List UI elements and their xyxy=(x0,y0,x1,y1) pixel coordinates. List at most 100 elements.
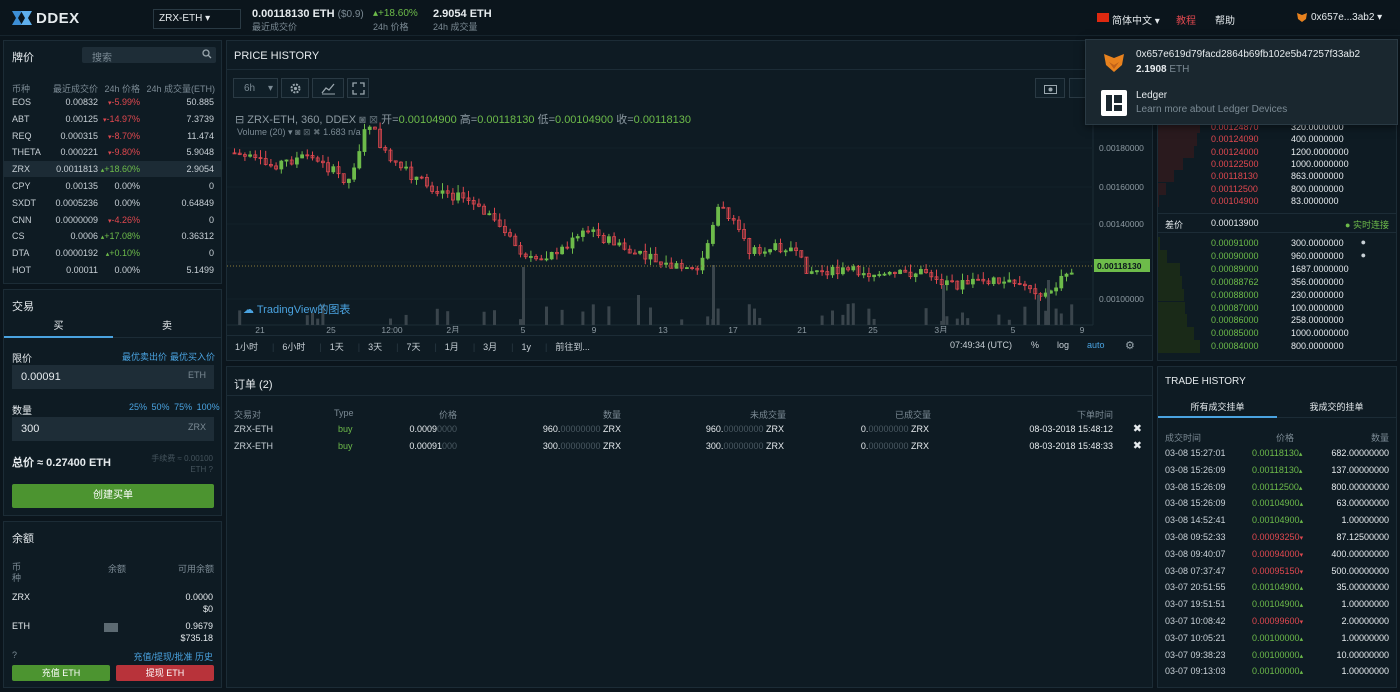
market-row[interactable]: HOT 0.00011 0.00% 5.1499 xyxy=(4,262,221,278)
trade-row: 03-07 20:51:55 0.00104900▴ 35.00000000 xyxy=(1158,580,1396,596)
market-coin: EOS xyxy=(12,97,32,107)
indicators-button[interactable] xyxy=(312,78,344,98)
wallet-address[interactable]: 0x657e619d79facd2864b69fb102e5b47257f33a… xyxy=(1136,49,1360,60)
orders-header-time: 下单时间 xyxy=(1076,410,1113,420)
order-amount: 960.00000000 ZRX xyxy=(543,424,621,434)
range-option[interactable]: 1天 xyxy=(330,342,344,352)
market-row[interactable]: THETA 0.000221 ▾-9.80% 5.9048 xyxy=(4,144,221,160)
candlestick-chart[interactable]: 0.001800000.001600000.001400000.00120000… xyxy=(227,111,1152,333)
bid-row[interactable]: 0.00088000 230.0000000 xyxy=(1158,289,1396,301)
trade-row: 03-08 14:52:41 0.00104900▴ 1.00000000 xyxy=(1158,513,1396,529)
best-buy-link[interactable]: 最优买入价 xyxy=(170,350,215,363)
withdraw-eth-button[interactable]: 提现 ETH xyxy=(116,665,214,681)
gear-icon[interactable]: ⚙ xyxy=(1125,339,1135,352)
ledger-title[interactable]: Ledger xyxy=(1136,90,1167,101)
ask-price: 0.00112500 xyxy=(1211,183,1258,194)
market-row[interactable]: SXDT 0.0005236 0.00% 0.64849 xyxy=(4,195,221,211)
fullscreen-button[interactable] xyxy=(347,78,369,98)
tradingview-watermark[interactable]: ☁ TradingView的图表 xyxy=(243,301,350,317)
pair-selector[interactable]: ZRX-ETH ▾ xyxy=(153,9,241,29)
ask-row[interactable]: 0.00118130 863.0000000 xyxy=(1158,170,1396,182)
trade-amount-int: 800. xyxy=(1331,481,1349,492)
ask-row[interactable]: 0.00104900 83.0000000 xyxy=(1158,195,1396,207)
volume-bar xyxy=(389,318,392,325)
trade-amount-int: 35. xyxy=(1336,582,1349,593)
range-option[interactable]: 1月 xyxy=(445,342,459,352)
bid-amount-int: 100. xyxy=(1291,302,1309,313)
tab-sell[interactable]: 卖 xyxy=(113,318,221,338)
screenshot-button[interactable] xyxy=(1035,78,1065,98)
market-volume: 2.9054 xyxy=(186,164,214,175)
bid-row[interactable]: 0.00086000 258.0000000 xyxy=(1158,314,1396,326)
help-icon[interactable]: ? xyxy=(12,650,17,660)
market-row[interactable]: DTA 0.0000192 ▴+0.10% 0 xyxy=(4,245,221,261)
best-sell-link[interactable]: 最优卖出价 xyxy=(122,350,167,363)
market-price: 0.0005236 xyxy=(55,197,98,208)
chart-settings-button[interactable] xyxy=(281,78,309,98)
trade-amount-int: 682. xyxy=(1331,448,1349,458)
bid-row[interactable]: 0.00090000 960.0000000 ● xyxy=(1158,250,1396,262)
price-input[interactable]: 0.00091 ETH xyxy=(12,365,214,389)
range-option[interactable]: 7天 xyxy=(406,342,420,352)
bid-row[interactable]: 0.00089000 1687.0000000 xyxy=(1158,263,1396,275)
market-row[interactable]: CS 0.0006 ▴+17.08% 0.36312 xyxy=(4,228,221,244)
interval-selector[interactable]: 6h ▾ xyxy=(233,78,278,98)
candle-body xyxy=(544,258,549,261)
bid-amount-int: 258. xyxy=(1291,315,1309,326)
candle-body xyxy=(295,157,299,165)
ask-row[interactable]: 0.00124090 400.0000000 xyxy=(1158,133,1396,145)
account-menu[interactable]: 0x657e...3ab2 ▾ xyxy=(1311,12,1382,23)
help-icon[interactable]: ? xyxy=(209,465,213,474)
bid-row[interactable]: 0.00087000 100.0000000 xyxy=(1158,302,1396,314)
range-option[interactable]: 3月 xyxy=(483,342,497,352)
candle-body xyxy=(591,229,596,232)
ask-row[interactable]: 0.00122500 1000.0000000 xyxy=(1158,158,1396,170)
market-search-placeholder: 搜索 xyxy=(92,53,112,64)
bid-row[interactable]: 0.00088762 356.0000000 xyxy=(1158,276,1396,288)
language-selector[interactable]: 简体中文 ▾ xyxy=(1112,12,1160,27)
pct-75-button[interactable]: 75% xyxy=(174,402,192,412)
bid-row[interactable]: 0.00091000 300.0000000 ● xyxy=(1158,237,1396,249)
market-row[interactable]: ZRX 0.0011813 ▴+18.60% 2.9054 xyxy=(4,161,221,178)
bid-row[interactable]: 0.00085000 1000.0000000 xyxy=(1158,327,1396,339)
ask-row[interactable]: 0.00112500 800.0000000 xyxy=(1158,183,1396,195)
market-row[interactable]: CPY 0.00135 0.00% 0 xyxy=(4,178,221,194)
percent-toggle[interactable]: % xyxy=(1031,340,1039,350)
market-row[interactable]: REQ 0.000315 ▾-8.70% 11.474 xyxy=(4,128,221,144)
history-links[interactable]: 充值/提现/批准 历史 xyxy=(133,650,213,663)
deposit-eth-button[interactable]: 充值 ETH xyxy=(12,665,110,681)
tab-all-trades[interactable]: 所有成交挂单 xyxy=(1158,398,1277,418)
market-row[interactable]: CNN 0.0000009 ▾-4.26% 0 xyxy=(4,212,221,228)
tab-buy[interactable]: 买 xyxy=(4,318,113,338)
tutorial-link[interactable]: 教程 xyxy=(1176,12,1196,27)
range-option[interactable]: 前往到... xyxy=(555,342,590,352)
bid-price: 0.00088000 xyxy=(1211,289,1259,300)
log-toggle[interactable]: log xyxy=(1057,340,1069,350)
interval-value: 6h xyxy=(244,83,256,94)
trade-price-value: 0.00112500 xyxy=(1252,481,1299,492)
cancel-order-icon[interactable]: ✖ xyxy=(1133,439,1142,452)
trade-price-value: 0.00100000 xyxy=(1252,666,1300,677)
pct-25-button[interactable]: 25% xyxy=(129,402,147,412)
range-option[interactable]: 6小时 xyxy=(282,342,305,352)
amount-input[interactable]: 300 ZRX xyxy=(12,417,214,441)
pct-100-button[interactable]: 100% xyxy=(197,402,220,412)
range-option[interactable]: 1y xyxy=(522,342,532,352)
market-row[interactable]: ABT 0.00125 ▾-14.97% 7.3739 xyxy=(4,111,221,127)
range-option[interactable]: 1小时 xyxy=(235,342,258,352)
ask-row[interactable]: 0.00124000 1200.0000000 xyxy=(1158,146,1396,158)
pct-50-button[interactable]: 50% xyxy=(152,402,170,412)
price-input-value: 0.00091 xyxy=(21,371,61,383)
create-buy-order-button[interactable]: 创建买单 xyxy=(12,484,214,508)
ledger-description[interactable]: Learn more about Ledger Devices xyxy=(1136,104,1287,115)
volume-bar xyxy=(1070,304,1074,325)
candle-body xyxy=(763,251,767,254)
tab-my-trades[interactable]: 我成交的挂单 xyxy=(1277,398,1396,418)
cancel-order-icon[interactable]: ✖ xyxy=(1133,422,1142,435)
range-option[interactable]: 3天 xyxy=(368,342,382,352)
market-search-input[interactable]: 搜索 xyxy=(82,47,216,64)
market-row[interactable]: EOS 0.00832 ▾-5.99% 50.885 xyxy=(4,94,221,110)
auto-toggle[interactable]: auto xyxy=(1087,340,1105,350)
bid-row[interactable]: 0.00084000 800.0000000 xyxy=(1158,340,1396,352)
help-link[interactable]: 帮助 xyxy=(1215,12,1235,27)
